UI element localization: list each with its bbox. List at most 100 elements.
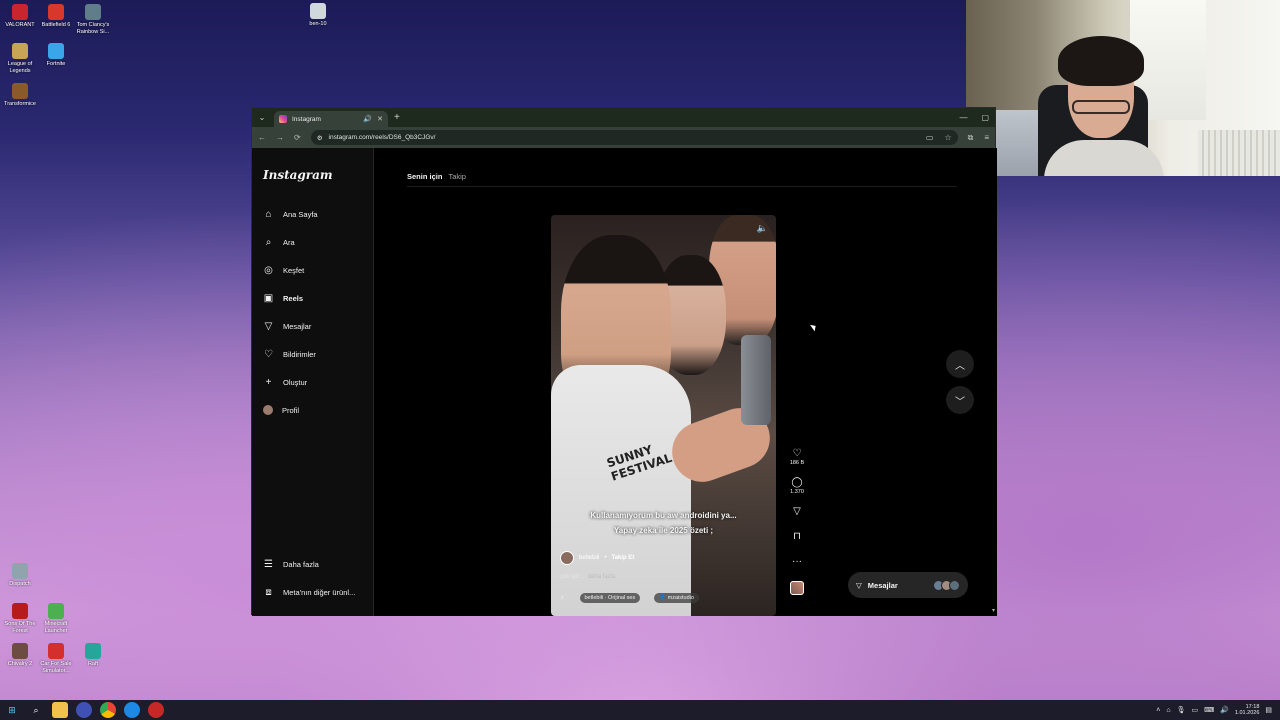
reel-description: çok iyiii ... daha fazla [560, 574, 616, 580]
avatar [949, 579, 960, 591]
chrome-icon[interactable] [100, 702, 116, 718]
comment-button[interactable]: ◯ 1.370 [790, 477, 804, 495]
nav-reels[interactable]: ▣ Reels [263, 293, 303, 304]
tab-for-you[interactable]: Senin için [407, 172, 442, 181]
nav-search[interactable]: ⌕ Ara [263, 237, 295, 248]
messages-pill[interactable]: ▽ Mesajlar [848, 572, 968, 598]
minimize-icon[interactable]: — [959, 113, 967, 122]
browser-window: ⌄ Instagram 🔊 ✕ + — ▢ ← → ⟳ ⚙ instagram.… [251, 107, 997, 616]
desktop-icon-rainbow-six[interactable]: Tom Clancy's Rainbow Si... [73, 4, 113, 36]
network-icon[interactable]: ⌂ [1166, 707, 1170, 714]
car-for-sale-icon [48, 643, 64, 659]
keyboard-icon[interactable]: ⌨ [1204, 706, 1214, 714]
desktop-icon-league-of-legends[interactable]: League of Legends [0, 43, 40, 75]
tab-search-button[interactable]: ⌄ [255, 111, 269, 125]
speaker-icon[interactable]: 🔊 [363, 115, 372, 123]
mic-icon[interactable]: 🎙 [1177, 706, 1186, 714]
desktop-icon-ben-10[interactable]: ben-10 [298, 3, 338, 28]
like-button[interactable]: ♡ 186 B [790, 448, 804, 466]
more-link[interactable]: daha fazla [588, 574, 616, 580]
instagram-sidebar: Instagram ⌂ Ana Sayfa ⌕ Ara ◎ Keşfet ▣ R… [252, 148, 374, 616]
forward-icon[interactable]: → [276, 133, 284, 142]
desktop-icon-raft[interactable]: Raft [73, 643, 113, 668]
tab-title: Instagram [292, 115, 321, 123]
valorant-icon [12, 4, 28, 20]
tab-bar: ⌄ Instagram 🔊 ✕ + — ▢ [252, 108, 995, 127]
close-tab-icon[interactable]: ✕ [377, 115, 383, 123]
chevron-up-icon: ︿ [955, 360, 965, 372]
desktop-icon-transformice[interactable]: Transformice [0, 83, 40, 108]
audio-chip[interactable]: betlebili · Orijinal ses [579, 593, 641, 603]
share-button[interactable]: ▽ [793, 506, 801, 517]
save-button[interactable]: ⊓ [793, 531, 801, 542]
next-reel-button[interactable]: ﹀ [946, 386, 974, 414]
nav-meta-products[interactable]: ⧈ Meta'nın diğer ürünl... [263, 587, 355, 598]
messages-icon: ▽ [264, 321, 273, 332]
desktop-icon-valorant[interactable]: VALORANT [0, 4, 40, 29]
reel-video[interactable]: SUNNY FESTIVAL 🔈 Kullanamıyorum bu aw an… [551, 215, 776, 616]
nav-messages[interactable]: ▽ Mesajlar [263, 321, 312, 332]
collab-chip[interactable]: 👤 mzaistudio [654, 593, 699, 603]
new-tab-button[interactable]: + [394, 112, 400, 123]
instagram-logo[interactable]: Instagram [263, 168, 333, 182]
desktop-icon-chivalry[interactable]: Chivalry 2 [0, 643, 40, 668]
home-icon: ⌂ [265, 209, 272, 220]
nav-notifications[interactable]: ♡ Bildirimler [263, 349, 316, 360]
desktop-icon-battlefield[interactable]: Battlefield 6 [36, 4, 76, 29]
previous-reel-button[interactable]: ︿ [946, 350, 974, 378]
nav-home[interactable]: ⌂ Ana Sayfa [263, 209, 317, 220]
back-icon[interactable]: ← [258, 133, 266, 142]
reel-author: betlebili • Takip Et [560, 551, 634, 565]
more-options-button[interactable]: ··· [792, 556, 802, 567]
follow-button[interactable]: Takip Et [611, 555, 634, 561]
tab-instagram[interactable]: Instagram 🔊 ✕ [274, 111, 388, 127]
file-explorer-icon[interactable] [52, 702, 68, 718]
volume-icon[interactable]: 🔊 [1220, 706, 1229, 714]
extensions-icon[interactable]: ⧉ [968, 133, 974, 143]
nav-more[interactable]: ☰ Daha fazla [263, 559, 319, 570]
battery-icon[interactable]: ▭ [1191, 706, 1198, 714]
notifications-icon[interactable]: ▤ [1265, 706, 1272, 714]
reload-icon[interactable]: ⟳ [294, 133, 301, 142]
desktop-icon-minecraft[interactable]: Minecraft Launcher [36, 603, 76, 635]
chevron-up-icon[interactable]: ˄ [1156, 707, 1160, 714]
profile-avatar [263, 405, 273, 415]
desktop-icon-car-for-sale[interactable]: Car For Sale Simulator... [36, 643, 76, 675]
comment-count: 1.370 [790, 489, 804, 495]
cast-icon[interactable]: ▭ [926, 133, 934, 142]
site-info-icon[interactable]: ⚙ [317, 134, 323, 142]
app-icon-1[interactable] [76, 702, 92, 718]
author-name[interactable]: betlebili [579, 555, 599, 561]
heart-icon: ♡ [792, 448, 802, 459]
url-text: instagram.com/reels/DS6_Qb3CJGv/ [328, 134, 436, 141]
clock-date: 1.01.2026 [1234, 710, 1260, 716]
audio-thumbnail[interactable] [790, 581, 804, 595]
nav-profile[interactable]: Profil [263, 405, 299, 415]
send-icon: ▽ [793, 506, 801, 517]
desktop-icon-sons-of-the-forest[interactable]: Sons Of The Forest [0, 603, 40, 635]
media-icon[interactable]: ≡ [984, 133, 989, 143]
author-avatar[interactable] [560, 551, 574, 565]
desktop-icon-fortnite[interactable]: Fortnite [36, 43, 76, 68]
nav-explore[interactable]: ◎ Keşfet [263, 265, 304, 276]
address-bar: ← → ⟳ ⚙ instagram.com/reels/DS6_Qb3CJGv/… [252, 127, 995, 148]
ben-10-icon [310, 3, 326, 19]
edge-icon[interactable] [124, 702, 140, 718]
search-icon[interactable]: ⌕ [28, 702, 44, 718]
desktop-icon-dispatch[interactable]: Dispatch [0, 563, 40, 588]
start-button[interactable]: ⊞ [4, 702, 20, 718]
webcam-person-glasses [1072, 100, 1130, 114]
app-icon-2[interactable] [148, 702, 164, 718]
nav-create[interactable]: + Oluştur [263, 377, 308, 388]
tab-following[interactable]: Takip [448, 172, 466, 181]
scroll-down-icon[interactable]: ▾ [992, 607, 995, 614]
sound-icon[interactable]: 🔈 [757, 223, 768, 234]
reel-audio: ♬ betlebili · Orijinal ses 👤 mzaistudio [560, 593, 699, 603]
clock[interactable]: 17:18 1.01.2026 [1235, 704, 1259, 717]
window-controls: — ▢ [959, 108, 995, 127]
reel-caption-line2: Yapay zeka ile 2025 özeti ; [613, 526, 714, 535]
maximize-icon[interactable]: ▢ [981, 113, 989, 122]
bookmark-star-icon[interactable]: ☆ [944, 133, 951, 142]
tabs-divider [407, 186, 957, 187]
url-field[interactable]: ⚙ instagram.com/reels/DS6_Qb3CJGv/ ▭ ☆ [310, 130, 958, 145]
